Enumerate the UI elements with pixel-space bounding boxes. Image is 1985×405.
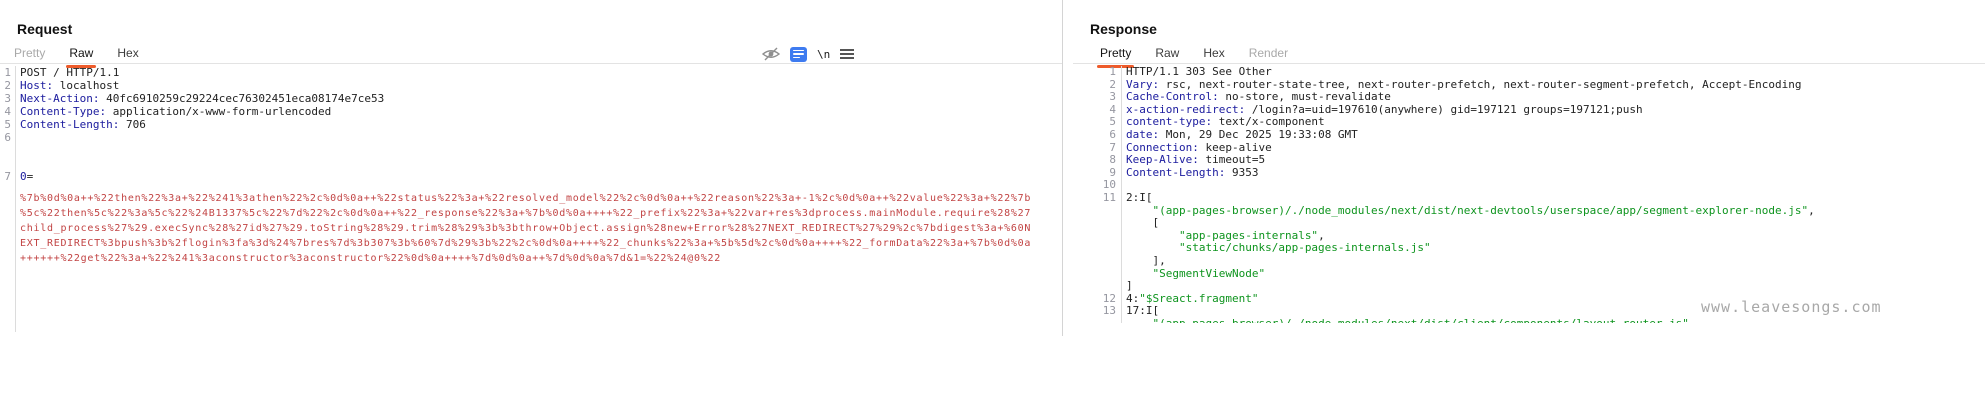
line-number: 3 <box>0 92 11 105</box>
request-toolbar: \n <box>762 45 854 63</box>
watermark: www.leavesongs.com <box>1701 298 1882 316</box>
line-number <box>1073 255 1116 268</box>
request-body: %7b%0d%0a++%22then%22%3a+%22%241%3athen%… <box>0 191 1062 266</box>
line-number: 5 <box>0 118 11 131</box>
line-number: 4 <box>0 105 11 118</box>
request-body-row: %5c%22then%5c%22%3a%5c%22%24B1337%5c%22%… <box>0 206 1062 221</box>
line-content: "(app-pages-browser)/./node_modules/next… <box>1126 205 1815 218</box>
line-number <box>1073 217 1116 230</box>
non-printable-toggle-icon[interactable] <box>762 46 780 62</box>
response-panel: Response Pretty Raw Hex Render 1HTTP/1.1 30… <box>1073 0 1985 340</box>
line-number: 6 <box>0 131 11 144</box>
line-number: 1 <box>1073 66 1116 79</box>
request-line: 1 POST / HTTP/1.1 <box>0 66 1062 79</box>
line-number <box>1073 268 1116 281</box>
request-body-row: child_process%27%29.execSync%28%27id%27%… <box>0 221 1062 236</box>
response-title: Response <box>1090 21 1157 37</box>
response-tab-separator <box>1073 63 1985 64</box>
response-tabs: Pretty Raw Hex Render <box>1100 45 1312 63</box>
request-line: 3 Next-Action: 40fc6910259c29224cec763024… <box>0 92 1062 105</box>
line-number <box>1073 280 1116 293</box>
panel-divider[interactable] <box>1062 0 1063 336</box>
line-number <box>1073 205 1116 218</box>
request-line: 5 Content-Length: 706 <box>0 118 1062 131</box>
request-line: 2 Host: localhost <box>0 79 1062 92</box>
tab-hex[interactable]: Hex <box>1203 45 1224 63</box>
request-line: 6 <box>0 131 1062 144</box>
editor-menu-icon[interactable] <box>840 46 854 62</box>
line-number: 11 <box>1073 192 1116 205</box>
line-content: 0= <box>20 170 33 183</box>
tab-raw[interactable]: Raw <box>69 45 93 63</box>
line-number: 7 <box>0 170 11 183</box>
line-content: Content-Length: 706 <box>20 118 146 131</box>
line-content: Content-Type: application/x-www-form-url… <box>20 105 331 118</box>
request-body-row: ++++++%22get%22%3a+%22%241%3aconstructor… <box>0 251 1062 266</box>
line-number <box>1073 318 1116 323</box>
response-line: 9Content-Length: 9353 <box>1073 167 1985 180</box>
line-content: "static/chunks/app-pages-internals.js" <box>1126 242 1431 255</box>
tab-pretty[interactable]: Pretty <box>14 45 45 63</box>
response-line: "SegmentViewNode" <box>1073 268 1985 281</box>
line-content: Content-Length: 9353 <box>1126 167 1258 180</box>
line-content: Host: localhost <box>20 79 119 92</box>
response-line: "(app-pages-browser)/./node_modules/next… <box>1073 318 1985 323</box>
line-number <box>1073 242 1116 255</box>
request-body-row: %7b%0d%0a++%22then%22%3a+%22%241%3athen%… <box>0 191 1062 206</box>
response-line: "(app-pages-browser)/./node_modules/next… <box>1073 205 1985 218</box>
request-editor[interactable]: 1 POST / HTTP/1.1 2 Host: localhost 3 Next-Ac… <box>0 66 1062 332</box>
line-number: 2 <box>0 79 11 92</box>
line-endings-icon[interactable]: \n <box>817 46 830 62</box>
http-message-viewer: Request Pretty Raw Hex \n <box>0 0 1985 405</box>
tab-hex[interactable]: Hex <box>117 45 138 63</box>
response-line: 10 <box>1073 179 1985 192</box>
tab-pretty[interactable]: Pretty <box>1100 45 1131 63</box>
line-content: "SegmentViewNode" <box>1126 268 1265 281</box>
request-line: 4 Content-Type: application/x-www-form-ur… <box>0 105 1062 118</box>
request-tab-separator <box>0 63 1062 64</box>
line-number: 3 <box>1073 91 1116 104</box>
line-number: 6 <box>1073 129 1116 142</box>
line-content: "(app-pages-browser)/./node_modules/next… <box>1126 318 1696 323</box>
tab-render[interactable]: Render <box>1249 45 1288 63</box>
request-panel: Request Pretty Raw Hex \n <box>0 0 1062 340</box>
request-line: 7 0= <box>0 170 1062 183</box>
line-number: 1 <box>0 66 11 79</box>
line-number: 13 <box>1073 305 1116 318</box>
request-body-row: EXT_REDIRECT%3bpush%3b%2flogin%3fa%3d%24… <box>0 236 1062 251</box>
line-number: 8 <box>1073 154 1116 167</box>
line-content: POST / HTTP/1.1 <box>20 66 119 79</box>
response-editor[interactable]: 1HTTP/1.1 303 See Other2Vary: rsc, next-… <box>1073 66 1985 323</box>
request-title: Request <box>17 21 72 37</box>
response-line: "static/chunks/app-pages-internals.js" <box>1073 242 1985 255</box>
request-tabs: Pretty Raw Hex <box>14 45 163 63</box>
line-content: Next-Action: 40fc6910259c29224cec7630245… <box>20 92 384 105</box>
line-number <box>1073 230 1116 243</box>
tab-raw[interactable]: Raw <box>1155 45 1179 63</box>
wrap-lines-icon[interactable] <box>790 46 807 62</box>
